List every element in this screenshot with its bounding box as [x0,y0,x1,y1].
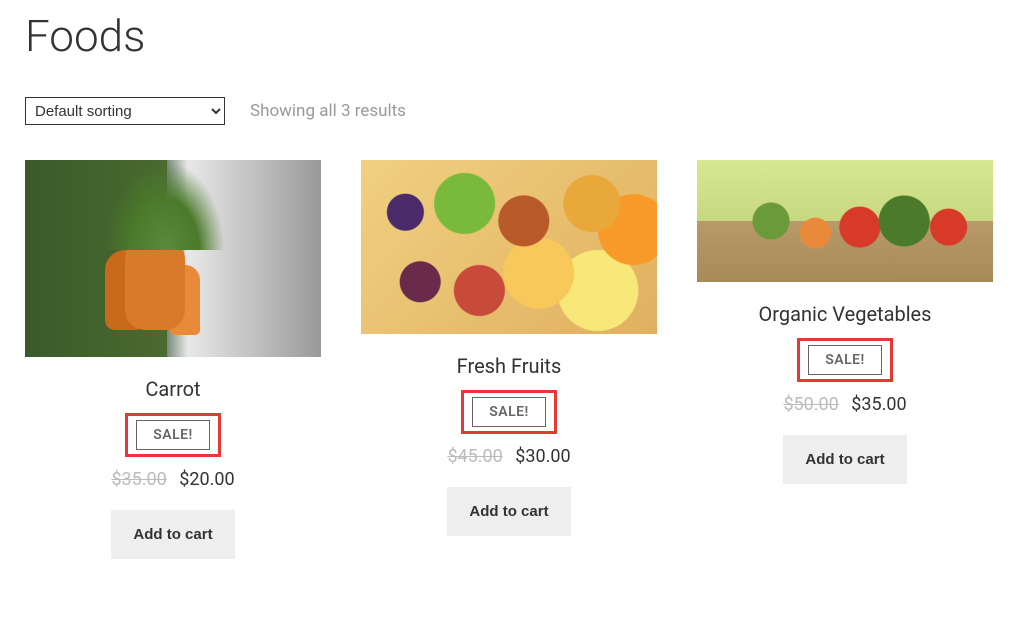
add-to-cart-button[interactable]: Add to cart [111,510,234,559]
controls-row: Default sorting Showing all 3 results [25,97,999,125]
page-title: Foods [25,10,999,62]
add-to-cart-button[interactable]: Add to cart [783,435,906,484]
price-new: $20.00 [179,469,234,490]
product-card-fruits[interactable]: Fresh Fruits SALE! $45.00 $30.00 Add to … [361,160,657,559]
product-card-vegetables[interactable]: Organic Vegetables SALE! $50.00 $35.00 A… [697,160,993,559]
price-row: $50.00 $35.00 [783,394,906,415]
product-grid: Carrot SALE! $35.00 $20.00 Add to cart F… [25,160,999,559]
price-row: $35.00 $20.00 [111,469,234,490]
product-image-carrot[interactable] [25,160,321,357]
sale-highlight: SALE! [461,390,557,434]
price-old: $50.00 [783,394,838,415]
add-to-cart-button[interactable]: Add to cart [447,487,570,536]
sale-badge: SALE! [472,397,546,427]
sale-badge: SALE! [808,345,882,375]
sort-select[interactable]: Default sorting [25,97,225,125]
sale-highlight: SALE! [797,338,893,382]
price-new: $30.00 [515,446,570,467]
product-title[interactable]: Carrot [145,377,200,401]
product-image-fruits[interactable] [361,160,657,334]
result-count: Showing all 3 results [250,101,406,121]
sale-highlight: SALE! [125,413,221,457]
price-new: $35.00 [851,394,906,415]
price-old: $45.00 [447,446,502,467]
product-title[interactable]: Fresh Fruits [457,354,562,378]
product-image-vegetables[interactable] [697,160,993,282]
price-row: $45.00 $30.00 [447,446,570,467]
product-title[interactable]: Organic Vegetables [759,302,932,326]
price-old: $35.00 [111,469,166,490]
product-card-carrot[interactable]: Carrot SALE! $35.00 $20.00 Add to cart [25,160,321,559]
sale-badge: SALE! [136,420,210,450]
